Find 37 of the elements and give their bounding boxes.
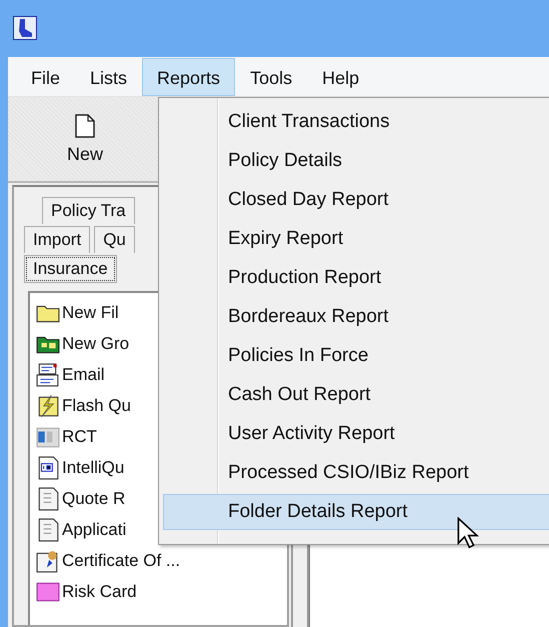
card-icon: [36, 580, 60, 604]
tab[interactable]: Import: [24, 226, 90, 253]
list-item[interactable]: IntelliQu: [62, 458, 124, 478]
menu-item[interactable]: Reports: [142, 58, 236, 96]
list-item[interactable]: Quote R: [62, 488, 126, 508]
lightning-folder-icon: [36, 394, 60, 418]
menu-item[interactable]: Tools: [235, 58, 308, 96]
menu-item[interactable]: Cash Out Report: [163, 377, 549, 413]
menu-item[interactable]: Bordereaux Report: [163, 299, 549, 335]
app-icon: [13, 16, 37, 40]
list-item[interactable]: New Fil: [62, 302, 119, 322]
menu-item[interactable]: Production Report: [163, 260, 549, 296]
list-item[interactable]: Email: [62, 364, 105, 384]
menu-item[interactable]: Policy Details: [163, 143, 549, 179]
menu-item[interactable]: Folder Details Report: [163, 494, 549, 530]
menu-item[interactable]: Lists: [75, 58, 142, 96]
menu-item[interactable]: Policies In Force: [163, 338, 549, 374]
menu-item[interactable]: Expiry Report: [163, 221, 549, 257]
list-item[interactable]: New Gro: [62, 334, 130, 354]
list-item[interactable]: Risk Card: [62, 582, 137, 602]
menu-item[interactable]: Help: [307, 58, 374, 96]
tab[interactable]: Insurance: [24, 255, 117, 283]
new-button[interactable]: New: [12, 97, 158, 181]
tab[interactable]: Qu: [94, 226, 135, 253]
email-icon: [36, 362, 60, 386]
certificate-icon: [36, 548, 60, 572]
cursor-icon: [457, 517, 479, 550]
list-item[interactable]: Certificate Of ...: [62, 550, 180, 570]
list-item[interactable]: Flash Qu: [62, 396, 131, 416]
list-item[interactable]: RCT: [62, 426, 97, 446]
menu-item[interactable]: Closed Day Report: [163, 182, 549, 218]
list-item[interactable]: Applicati: [62, 520, 126, 540]
menu-item[interactable]: File: [16, 58, 76, 96]
menu-item[interactable]: Client Transactions: [163, 104, 549, 140]
tab[interactable]: Policy Tra: [42, 197, 135, 224]
menu-item[interactable]: Processed CSIO/IBiz Report: [163, 455, 549, 491]
menu-item[interactable]: User Activity Report: [163, 416, 549, 452]
